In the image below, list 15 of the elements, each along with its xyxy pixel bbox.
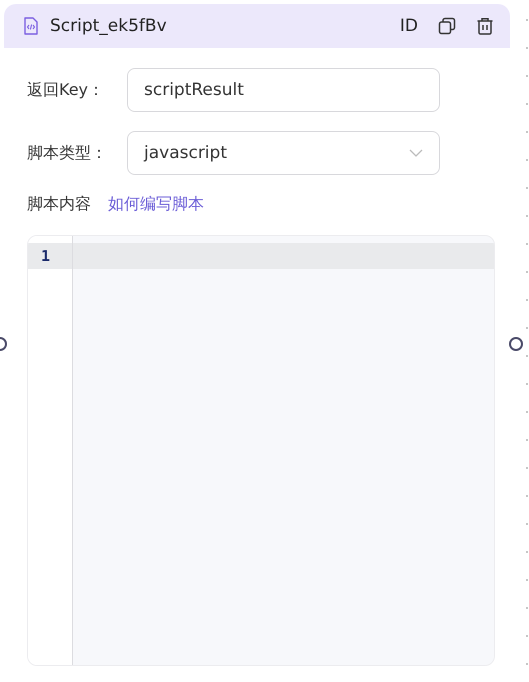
chevron-down-icon	[409, 149, 423, 157]
field-label: 返回Key：	[27, 80, 106, 100]
copy-icon[interactable]	[438, 17, 456, 35]
delete-icon[interactable]	[476, 17, 494, 35]
code-file-icon	[24, 17, 38, 35]
select-field[interactable]: javascript	[127, 131, 440, 175]
line-number: 1	[28, 243, 72, 269]
input-field[interactable]: scriptResult	[127, 68, 440, 112]
node-title: Script_ek5fBv	[50, 16, 167, 36]
field-label: 脚本类型：	[27, 142, 108, 164]
id-button[interactable]: ID	[400, 16, 418, 36]
connection-handle[interactable]	[509, 337, 523, 351]
help-link[interactable]: 如何编写脚本	[108, 194, 204, 215]
section-label: 脚本内容	[27, 194, 91, 215]
code-editor[interactable]: 1	[27, 235, 495, 666]
